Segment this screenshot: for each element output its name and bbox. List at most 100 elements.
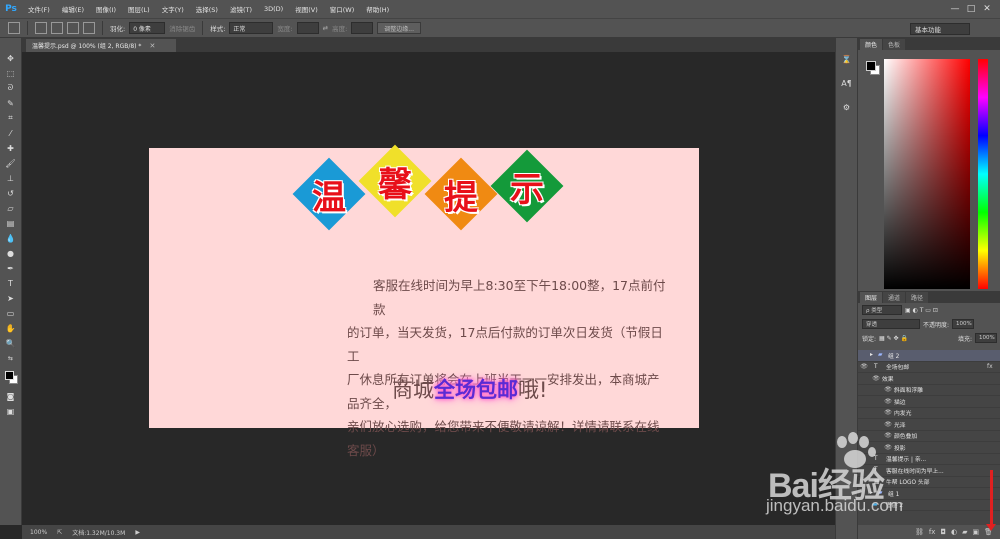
feather-input[interactable]: 0 像素: [129, 22, 166, 34]
intersect-selection-icon[interactable]: [83, 22, 95, 34]
layer-row[interactable]: ▬ 图层 2: [858, 500, 1000, 511]
canvas-area[interactable]: 温 馨 提 示 客服在线时间为早上8:30至下午18:00整，17点前付款 的订…: [22, 52, 835, 525]
new-group-icon[interactable]: ▰: [962, 528, 967, 536]
layer-row[interactable]: ▸ ▰ 组 2: [858, 350, 1000, 362]
maximize-button[interactable]: □: [964, 3, 978, 15]
marquee-tool-icon[interactable]: ⬚: [3, 67, 19, 79]
document-tab[interactable]: 温馨提示.psd @ 100% (组 2, RGB/8) * ✕: [26, 39, 176, 52]
properties-panel-icon[interactable]: ⚙: [840, 100, 854, 114]
opacity-input[interactable]: 100%: [952, 319, 975, 329]
gradient-tool-icon[interactable]: ▤: [3, 217, 19, 229]
menu-edit[interactable]: 编辑(E): [56, 4, 90, 14]
character-panel-icon[interactable]: A¶: [840, 76, 854, 90]
color-swatches[interactable]: [3, 369, 19, 387]
visibility-eye-icon[interactable]: 👁: [882, 386, 894, 393]
blend-mode-select[interactable]: 穿透: [862, 319, 920, 329]
menu-help[interactable]: 帮助(H): [360, 4, 395, 14]
kind-filter-select[interactable]: ρ 类型: [862, 305, 902, 315]
visibility-eye-icon[interactable]: 👁: [882, 421, 894, 428]
visibility-eye-icon[interactable]: 👁: [882, 398, 894, 405]
clone-stamp-tool-icon[interactable]: ⊥: [3, 172, 19, 184]
minimize-button[interactable]: —: [948, 3, 962, 15]
tab-layers[interactable]: 图层: [860, 292, 883, 303]
visibility-eye-icon[interactable]: 👁: [882, 432, 894, 439]
fill-input[interactable]: 100%: [975, 333, 997, 343]
layer-row[interactable]: T 客服在线时间为早上...: [858, 465, 1000, 477]
add-style-icon[interactable]: fx: [929, 528, 936, 536]
add-mask-icon[interactable]: ◘: [940, 528, 946, 536]
adjustment-layer-icon[interactable]: ◐: [951, 528, 957, 536]
filter-icons[interactable]: ▣ ◐ T ▭ ⊡: [905, 307, 938, 314]
workspace-select[interactable]: 基本功能: [910, 23, 970, 35]
close-window-button[interactable]: ✕: [980, 3, 994, 15]
status-share-icon[interactable]: ⇱: [57, 529, 62, 536]
menu-filter[interactable]: 滤镜(T): [224, 4, 258, 14]
subtract-selection-icon[interactable]: [67, 22, 79, 34]
brush-tool-icon[interactable]: 🖌: [3, 157, 19, 169]
marquee-tool-preset-icon[interactable]: [8, 22, 20, 34]
eyedropper-tool-icon[interactable]: ⁄: [3, 127, 19, 139]
path-select-tool-icon[interactable]: ➤: [3, 292, 19, 304]
fx-icon[interactable]: fx: [987, 363, 1000, 370]
move-tool-icon[interactable]: ✥: [3, 52, 19, 64]
visibility-eye-icon[interactable]: 👁: [870, 375, 882, 382]
antialias-checkbox[interactable]: 消除锯齿: [169, 23, 195, 33]
style-select[interactable]: 正常: [229, 22, 274, 34]
history-brush-tool-icon[interactable]: ↺: [3, 187, 19, 199]
close-tab-icon[interactable]: ✕: [149, 42, 155, 50]
layer-row[interactable]: ▸ ▰ 组 1: [858, 488, 1000, 500]
width-input[interactable]: [296, 22, 319, 34]
crop-tool-icon[interactable]: ⌗: [3, 112, 19, 124]
visibility-eye-icon[interactable]: 👁: [858, 363, 870, 370]
menu-file[interactable]: 文件(F): [22, 4, 56, 14]
expand-arrow-icon[interactable]: ▸: [870, 352, 878, 358]
zoom-tool-icon[interactable]: 🔍: [3, 337, 19, 349]
pen-tool-icon[interactable]: ✒: [3, 262, 19, 274]
effect-row[interactable]: 👁 颜色叠加: [858, 431, 1000, 442]
tab-color[interactable]: 颜色: [860, 39, 883, 50]
menu-3d[interactable]: 3D(D): [258, 5, 289, 13]
layer-row[interactable]: ▦ 牛帮 LOGO 头部: [858, 477, 1000, 488]
visibility-eye-icon[interactable]: 👁: [882, 409, 894, 416]
menu-view[interactable]: 视图(V): [289, 4, 324, 14]
eraser-tool-icon[interactable]: ▱: [3, 202, 19, 214]
panel-foreground-swatch[interactable]: [866, 61, 876, 71]
healing-brush-tool-icon[interactable]: ✚: [3, 142, 19, 154]
new-layer-icon[interactable]: ▣: [972, 528, 979, 536]
effects-row[interactable]: 👁 效果: [858, 373, 1000, 385]
dodge-tool-icon[interactable]: ●: [3, 247, 19, 259]
new-selection-icon[interactable]: [35, 22, 47, 34]
quick-mask-icon[interactable]: ◙: [3, 390, 19, 402]
status-menu-icon[interactable]: ▶: [135, 529, 140, 536]
document-canvas[interactable]: 温 馨 提 示 客服在线时间为早上8:30至下午18:00整，17点前付款 的订…: [149, 144, 699, 458]
lasso-tool-icon[interactable]: ᘐ: [3, 82, 19, 94]
blur-tool-icon[interactable]: 💧: [3, 232, 19, 244]
menu-type[interactable]: 文字(Y): [156, 4, 190, 14]
refine-edge-button[interactable]: 调整边缘...: [377, 22, 421, 34]
tab-channels[interactable]: 通道: [883, 292, 906, 303]
height-input[interactable]: [351, 22, 374, 34]
hand-tool-icon[interactable]: ✋: [3, 322, 19, 334]
effect-row[interactable]: 👁 描边: [858, 396, 1000, 408]
lock-icons[interactable]: ▦ ✎ ✥ 🔒: [879, 335, 908, 342]
history-panel-icon[interactable]: ⌛: [840, 52, 854, 66]
quick-select-tool-icon[interactable]: ✎: [3, 97, 19, 109]
effect-row[interactable]: 👁 内发光: [858, 408, 1000, 419]
shape-tool-icon[interactable]: ▭: [3, 307, 19, 319]
menu-select[interactable]: 选择(S): [190, 4, 224, 14]
effect-row[interactable]: 👁 光泽: [858, 419, 1000, 431]
type-tool-icon[interactable]: T: [3, 277, 19, 289]
link-layers-icon[interactable]: ⛓: [915, 528, 924, 536]
reset-colors-icon[interactable]: ⇆: [3, 352, 19, 364]
swap-icon[interactable]: ⇄: [323, 24, 328, 32]
hue-slider[interactable]: [978, 59, 988, 289]
effect-row[interactable]: 👁 斜面和浮雕: [858, 385, 1000, 396]
layer-row[interactable]: T 温馨提示 | 亲...: [858, 454, 1000, 465]
menu-window[interactable]: 窗口(W): [324, 4, 361, 14]
zoom-level[interactable]: 100%: [30, 529, 47, 536]
effect-row[interactable]: 👁 投影: [858, 442, 1000, 454]
visibility-eye-icon[interactable]: 👁: [882, 444, 894, 451]
expand-arrow-icon[interactable]: ▸: [870, 490, 878, 496]
foreground-color[interactable]: [4, 371, 14, 380]
layer-row[interactable]: 👁 T 全场包邮 fx: [858, 362, 1000, 373]
